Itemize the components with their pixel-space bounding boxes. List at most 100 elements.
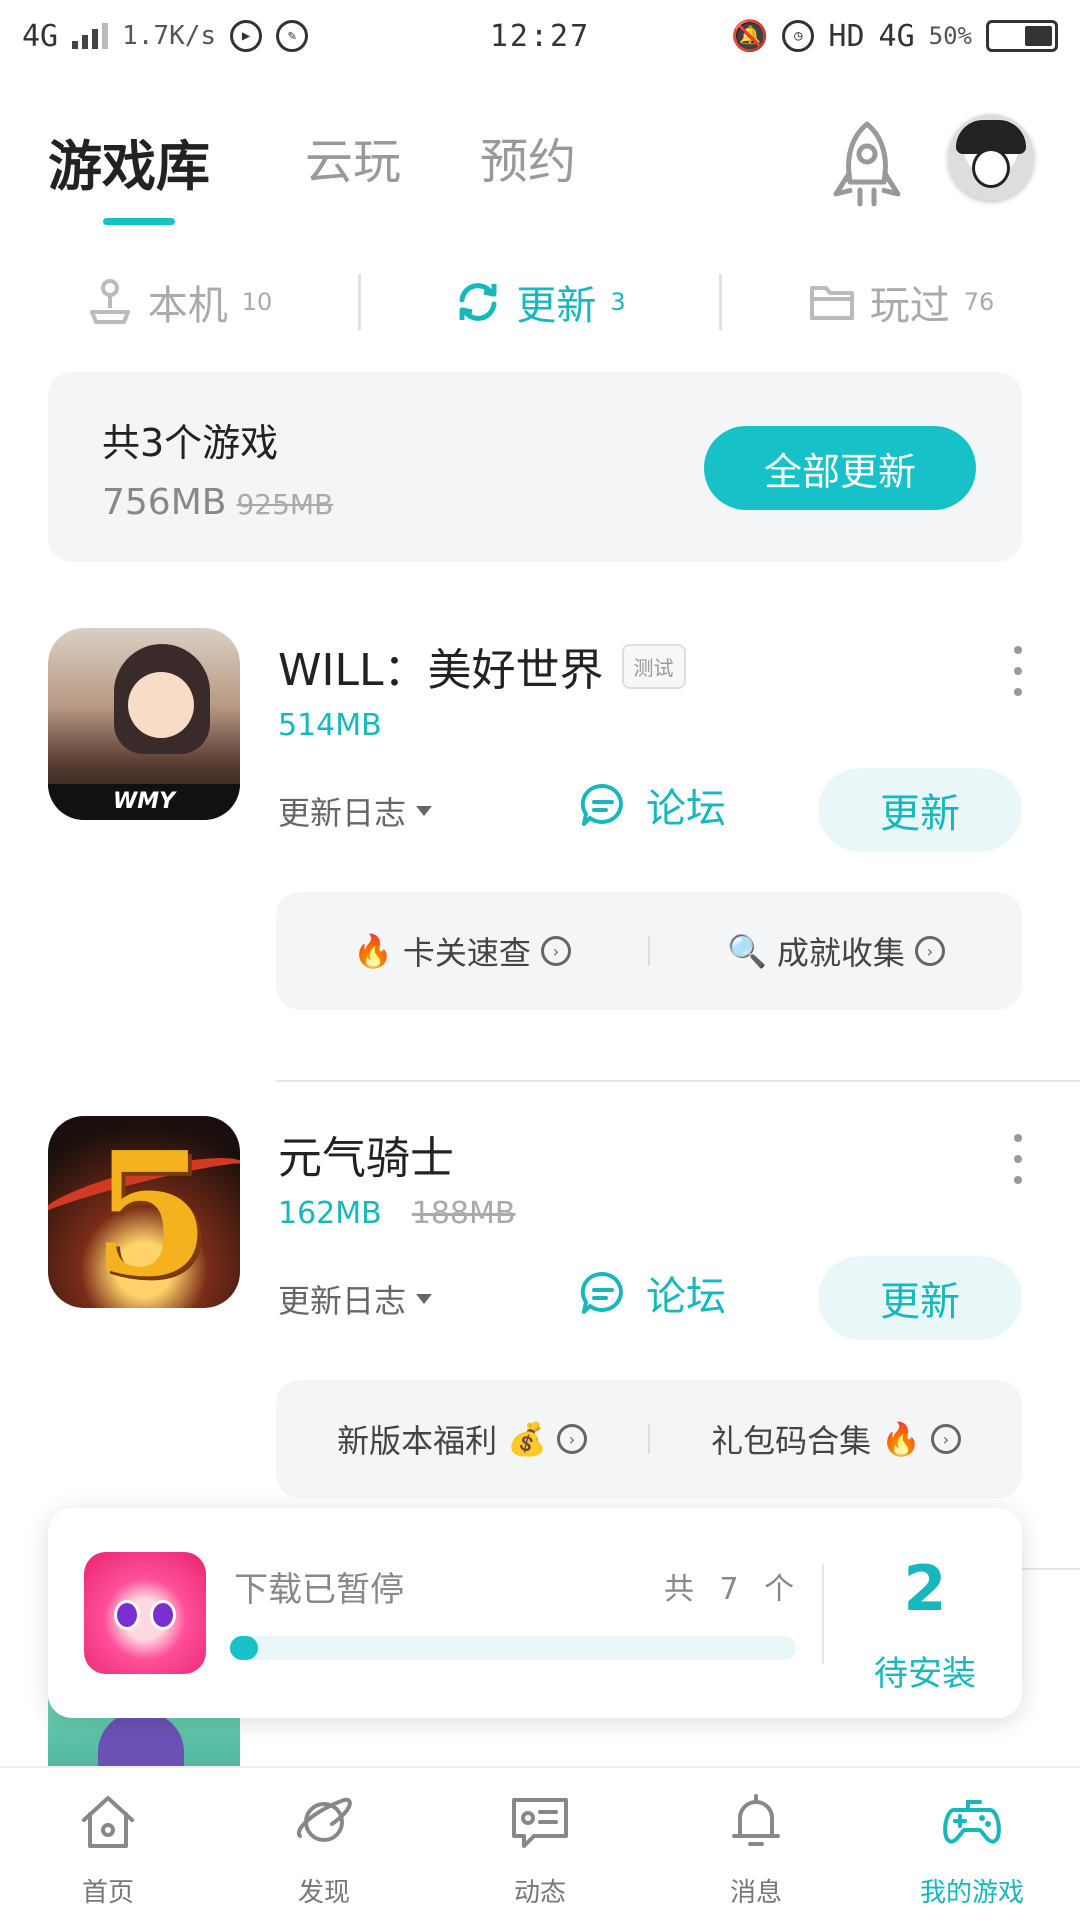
tab-cloud-play[interactable]: 云玩: [305, 122, 401, 192]
bell-icon: [732, 1794, 780, 1846]
nav-home[interactable]: 首页: [0, 1768, 216, 1920]
update-button[interactable]: 更新: [818, 1256, 1022, 1340]
game-icon[interactable]: WMY: [48, 628, 240, 820]
alarm-icon: ◷: [782, 20, 815, 52]
total-size-value: 756MB: [102, 482, 227, 523]
game-size: 162MB 188MB: [278, 1196, 515, 1231]
tab-game-library[interactable]: 游戏库: [48, 122, 210, 201]
nav-discover[interactable]: 发现: [216, 1768, 432, 1920]
game-title-text: WILL：美好世界: [278, 645, 604, 696]
nav-my-games[interactable]: 我的游戏: [864, 1768, 1080, 1920]
game-icon-text: 5: [92, 1116, 211, 1308]
subtab-count: 3: [610, 288, 626, 316]
forum-link[interactable]: 论坛: [580, 1264, 726, 1322]
fire-icon: 🔥: [881, 1420, 921, 1458]
planet-icon: [296, 1797, 352, 1842]
status-bar: 4G 1.7K/s ▶ ✎ 12:27 🔕 ◷ HD 4G 50%: [0, 0, 1080, 72]
palette-icon: ✎: [276, 20, 309, 52]
subtab-played[interactable]: 玩过 76: [722, 273, 1080, 331]
download-progress-bar: [230, 1636, 796, 1660]
subtab-update[interactable]: 更新 3: [361, 273, 719, 331]
user-avatar[interactable]: [948, 114, 1034, 200]
forum-link[interactable]: 论坛: [580, 776, 726, 834]
fire-icon: 🔥: [353, 932, 393, 970]
more-options-icon[interactable]: [1010, 1134, 1026, 1184]
subtab-label: 更新: [516, 283, 597, 329]
game-size: 514MB: [278, 708, 382, 743]
chevron-right-icon: ›: [556, 1424, 587, 1454]
network-type: 4G: [22, 18, 59, 54]
quick-link-achievements[interactable]: 🔍 成就收集 ›: [650, 928, 1022, 974]
tab-reservation[interactable]: 预约: [480, 122, 576, 192]
subtab-local[interactable]: 本机 10: [0, 273, 358, 331]
game-size-value: 162MB: [278, 1196, 382, 1231]
download-panel[interactable]: 下载已暂停 共 7 个 2 待安装: [48, 1508, 1022, 1718]
game-title[interactable]: 元气骑士: [278, 1122, 454, 1186]
nav-label: 我的游戏: [919, 1878, 1024, 1908]
chat-card-icon: [512, 1798, 568, 1848]
money-bag-icon: 💰: [507, 1420, 547, 1458]
nav-label: 消息: [729, 1878, 782, 1908]
nav-label: 动态: [513, 1878, 566, 1908]
chevron-right-icon: ›: [914, 936, 945, 966]
download-status: 下载已暂停: [234, 1570, 404, 1610]
subtab-label: 玩过: [869, 283, 950, 329]
subtab-bar: 本机 10 更新 3 玩过 76: [0, 262, 1080, 342]
battery-percent: 50%: [928, 22, 972, 50]
update-button[interactable]: 更新: [818, 768, 1022, 852]
network-speed: 1.7K/s: [122, 21, 217, 51]
quick-link-label: 卡关速查: [402, 934, 531, 972]
nav-feed[interactable]: 动态: [432, 1768, 648, 1920]
changelog-toggle[interactable]: 更新日志: [278, 788, 433, 834]
total-size: 756MB 925MB: [102, 482, 333, 523]
game-title-text: 元气骑士: [278, 1133, 454, 1184]
update-summary-card: 共3个游戏 756MB 925MB 全部更新: [48, 372, 1022, 562]
quick-link-label: 新版本福利: [337, 1422, 498, 1460]
download-total: 共 7 个: [664, 1572, 803, 1607]
mute-icon: 🔕: [731, 18, 769, 54]
quick-links-card: 新版本福利 💰 › 礼包码合集 🔥 ›: [276, 1380, 1022, 1498]
more-options-icon[interactable]: [1010, 646, 1026, 696]
list-separator: [276, 1080, 1080, 1082]
quick-link-gift-codes[interactable]: 礼包码合集 🔥 ›: [650, 1416, 1022, 1462]
download-game-icon: [84, 1552, 206, 1674]
forum-label: 论坛: [646, 1274, 726, 1320]
subtab-label: 本机: [147, 283, 228, 329]
quick-link-label: 礼包码合集: [711, 1422, 872, 1460]
folder-icon: [809, 286, 854, 320]
game-old-size-value: 188MB: [411, 1196, 516, 1231]
quick-link-label: 成就收集: [776, 934, 905, 972]
rocket-icon[interactable]: [828, 120, 906, 216]
joystick-icon: [89, 279, 130, 324]
nav-label: 发现: [297, 1878, 350, 1908]
forum-icon: [580, 1271, 623, 1314]
bottom-navigation: 首页 发现 动态 消息 我的游戏: [0, 1766, 1080, 1920]
refresh-icon: [459, 283, 497, 321]
quick-link-stuck-guide[interactable]: 🔥 卡关速查 ›: [276, 928, 648, 974]
changelog-label: 更新日志: [278, 1282, 407, 1320]
chevron-right-icon: ›: [540, 936, 571, 966]
gamepad-icon: [943, 1800, 1001, 1844]
subtab-count: 10: [241, 288, 273, 316]
nav-messages[interactable]: 消息: [648, 1768, 864, 1920]
caret-down-icon: [416, 806, 433, 816]
changelog-toggle[interactable]: 更新日志: [278, 1276, 433, 1322]
game-icon-text: WMY: [48, 784, 240, 820]
forum-label: 论坛: [646, 786, 726, 832]
game-icon[interactable]: 5: [48, 1116, 240, 1308]
pending-install-label[interactable]: 待安装: [828, 1646, 1022, 1695]
network-type-right: 4G: [878, 18, 915, 54]
top-header: 游戏库 云玩 预约: [0, 92, 1080, 232]
quick-links-card: 🔥 卡关速查 › 🔍 成就收集 ›: [276, 892, 1022, 1010]
signal-icon: [72, 23, 109, 49]
update-all-button[interactable]: 全部更新: [704, 426, 976, 510]
quick-link-new-version-bonus[interactable]: 新版本福利 💰 ›: [276, 1416, 648, 1462]
tab-indicator: [103, 218, 175, 225]
game-title[interactable]: WILL：美好世界 测试: [278, 634, 686, 698]
caret-down-icon: [416, 1294, 433, 1304]
home-icon: [82, 1796, 134, 1848]
pending-install-count[interactable]: 2: [828, 1552, 1022, 1625]
chevron-right-icon: ›: [930, 1424, 961, 1454]
original-size-value: 925MB: [236, 488, 334, 521]
magnifier-icon: 🔍: [727, 932, 767, 970]
